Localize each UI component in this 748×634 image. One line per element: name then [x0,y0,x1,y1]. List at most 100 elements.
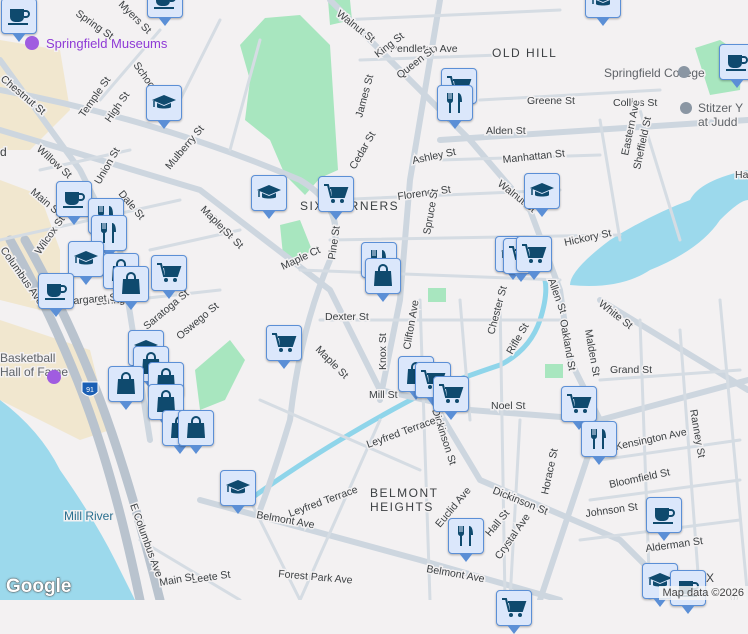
school-marker[interactable] [251,175,287,211]
restaurant-icon [586,426,612,452]
street [680,330,700,600]
school-icon [256,180,282,206]
restaurant-marker[interactable] [581,421,617,457]
school-icon [225,475,251,501]
grocery-icon [501,595,527,621]
cafe-marker[interactable] [646,497,682,533]
school-icon [529,178,555,204]
street-label: Bloomfield St [608,466,671,491]
cafe-icon [43,278,69,304]
grocery-marker[interactable] [561,386,597,422]
street-label: Forest Park Ave [278,568,353,586]
interstate-shield: 91 [82,382,98,396]
poi-label: Stitzer Y [698,101,743,115]
edge-label: d [0,145,8,159]
poi-label: Basketball [0,351,55,365]
street-label: Clifton Ave [401,299,422,350]
cafe-icon [6,3,32,29]
edge-label: X [706,571,716,585]
cafe-marker[interactable] [719,44,748,80]
street [600,120,620,240]
cafe-icon [152,0,178,13]
street-label: Allen St [545,277,569,315]
street-label: Chester St [485,285,509,336]
grocery-icon [323,181,349,207]
school-marker[interactable] [585,0,621,18]
university-icon[interactable] [678,66,690,78]
poi-label: Mill River [64,509,113,523]
school-marker[interactable] [146,85,182,121]
street-label: Johnson St [585,501,639,520]
grocery-marker[interactable] [318,176,354,212]
map-attribution[interactable]: Map data ©2026 [659,586,748,600]
park [428,288,446,302]
grocery-marker[interactable] [433,376,469,412]
shopping-icon [113,371,139,397]
grocery-marker[interactable] [496,590,532,626]
school-marker[interactable] [524,173,560,209]
school-icon [73,246,99,272]
street-label: Malden St [582,328,602,377]
street-label: Knox St [377,333,389,370]
museum-icon[interactable] [25,36,39,50]
restaurant-icon [453,523,479,549]
street-label: Oakland St [557,318,578,371]
restaurant-icon [442,90,468,116]
shopping-marker[interactable] [113,266,149,302]
street [510,420,520,600]
street-label: Greene St [527,95,575,107]
school-icon [151,90,177,116]
street-label: Mill St [369,389,398,401]
cafe-marker[interactable] [56,181,92,217]
cafe-marker[interactable] [147,0,183,18]
shopping-marker[interactable] [365,258,401,294]
street-label: Horace St [539,447,560,495]
grocery-marker[interactable] [516,236,552,272]
map-canvas[interactable]: OLD HILLSIX CORNERSBELMONTHEIGHTSSpringf… [0,0,748,600]
park [195,340,245,410]
area-label: HEIGHTS [370,500,434,514]
grocery-icon [156,260,182,286]
street-label: Manhattan St [502,148,565,166]
cafe-icon [651,502,677,528]
street-label: Florence St [397,184,452,203]
street-label: Dexter St [325,311,369,323]
svg-text:91: 91 [86,387,94,394]
school-marker[interactable] [68,241,104,277]
grocery-icon [521,241,547,267]
shopping-marker[interactable] [178,410,214,446]
street-label: Hall St [735,169,748,181]
area-label: OLD HILL [492,46,557,60]
street-label: Maple St [313,344,351,382]
street-label: Noel St [491,400,526,412]
street-label: Alderman St [645,535,704,555]
street-label: Leyfred Terrace [287,484,360,520]
university-icon[interactable] [680,102,692,114]
grocery-marker[interactable] [266,325,302,361]
street-label: Grand St [610,364,652,376]
museum-icon[interactable] [47,370,61,384]
cafe-marker[interactable] [1,0,37,34]
cafe-marker[interactable] [38,273,74,309]
shopping-icon [183,415,209,441]
street-label: Alden St [486,125,526,137]
street [720,300,748,600]
park [545,364,563,378]
grocery-icon [438,381,464,407]
restaurant-marker[interactable] [437,85,473,121]
restaurant-marker[interactable] [448,518,484,554]
lake [570,170,748,286]
grocery-icon [566,391,592,417]
grocery-marker[interactable] [151,255,187,291]
street-label: Pine St [326,225,343,260]
shopping-marker[interactable] [108,366,144,402]
school-marker[interactable] [220,470,256,506]
street [340,10,560,20]
street-label: Walnut St [334,8,377,45]
poi-label: at Judd [698,115,737,129]
park [240,15,338,195]
area-label: BELMONT [370,486,439,500]
shopping-icon [118,271,144,297]
street-label: Oswego St [174,300,221,342]
cafe-icon [724,49,748,75]
